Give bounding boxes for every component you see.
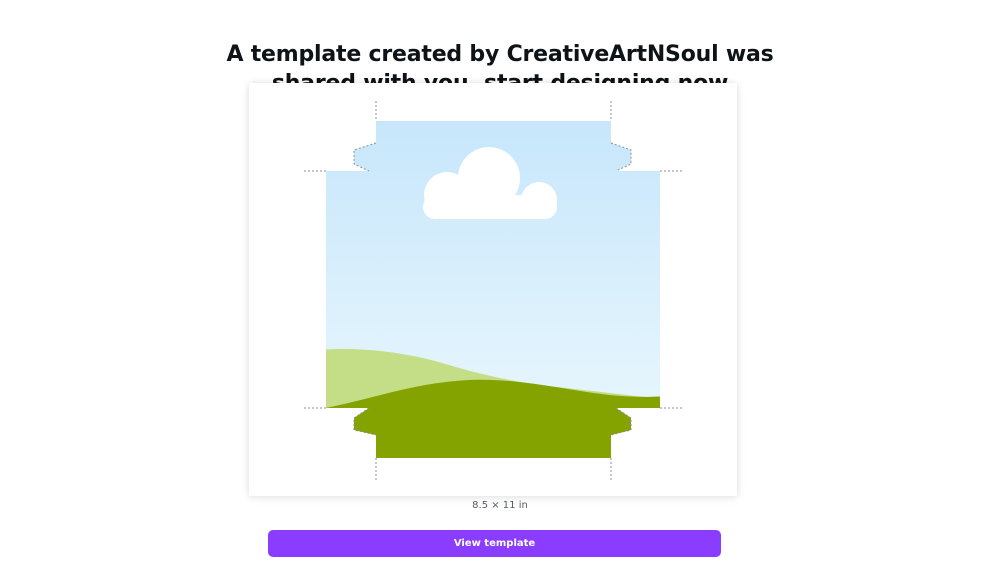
template-size-label: 8.5 × 11 in xyxy=(472,500,528,511)
template-thumbnail xyxy=(304,101,682,481)
title-line-1: A template created by CreativeArtNSoul w… xyxy=(226,41,774,67)
view-template-button[interactable]: View template xyxy=(268,530,721,557)
share-template-page: A template created by CreativeArtNSoul w… xyxy=(0,0,1000,563)
template-preview-card[interactable] xyxy=(249,83,737,496)
